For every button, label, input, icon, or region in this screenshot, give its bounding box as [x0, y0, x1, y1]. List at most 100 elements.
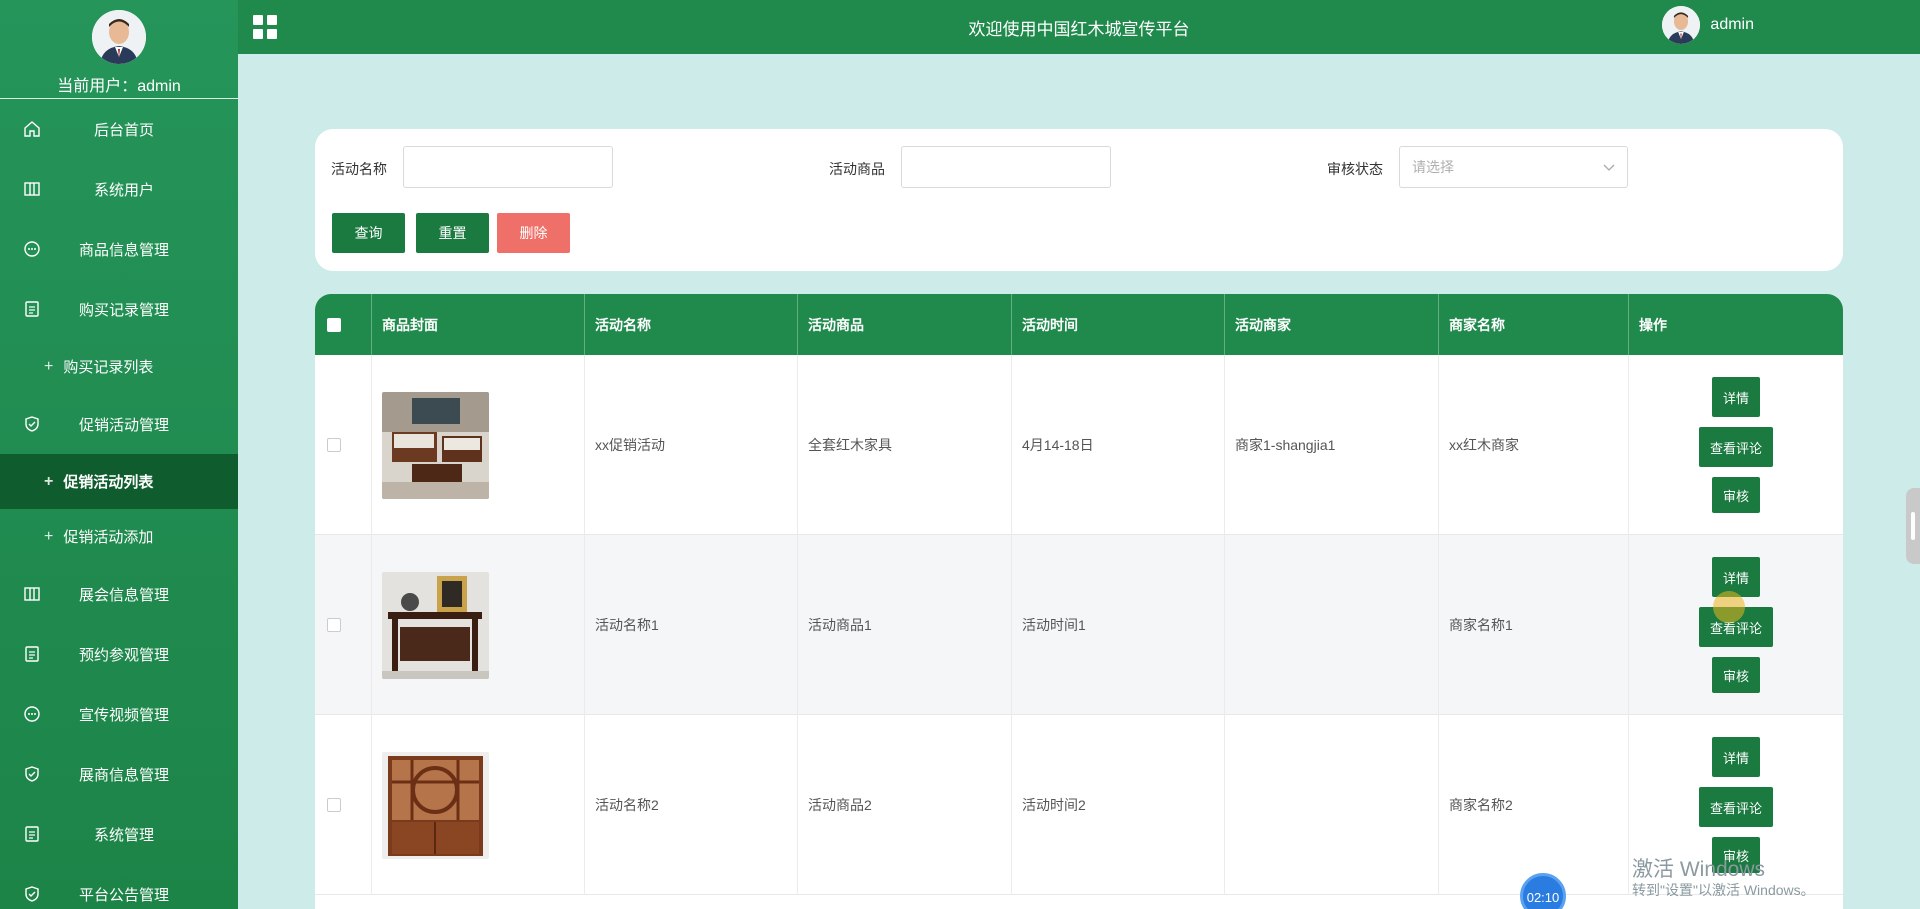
activity-merchant-cell [1225, 715, 1439, 895]
row-checkbox[interactable] [327, 438, 341, 452]
column-header: 商家名称 [1439, 294, 1629, 355]
activity-time-cell: 活动时间2 [1012, 715, 1225, 895]
review-button[interactable]: 审核 [1712, 657, 1760, 693]
delete-button[interactable]: 删除 [497, 213, 570, 253]
sidebar-subitem-promotion-add[interactable]: + 促销活动添加 [0, 509, 238, 564]
row-select-cell [315, 535, 372, 715]
sidebar-item-purchase-records[interactable]: 购买记录管理 [0, 279, 238, 339]
view-comments-button[interactable]: 查看评论 [1699, 427, 1773, 467]
status-label: 审核状态 [1327, 161, 1383, 177]
promotion-table: 商品封面 活动名称 活动商品 活动时间 活动商家 商家名称 操作 xx促销活动 … [315, 294, 1843, 909]
product-cover-image [382, 751, 489, 859]
actions-cell: 详情 查看评论 审核 [1629, 535, 1843, 715]
avatar [92, 10, 146, 64]
watermark-title: 激活 Windows [1632, 858, 1766, 881]
current-user-label: 当前用户：admin [57, 78, 181, 95]
table-row: 活动名称1 活动商品1 活动时间1 商家名称1 详情 查看评论 审核 [315, 535, 1843, 715]
row-checkbox[interactable] [327, 798, 341, 812]
sidebar-subitem-promotion-list[interactable]: + 促销活动列表 [0, 454, 238, 509]
reset-button[interactable]: 重置 [416, 213, 489, 253]
activity-goods-input[interactable] [901, 146, 1111, 188]
product-cover-image [382, 391, 489, 499]
product-cover-image [382, 571, 489, 679]
shield-icon [22, 764, 42, 784]
actions-cell: 详情 查看评论 审核 [1629, 355, 1843, 535]
column-header: 活动商品 [798, 294, 1012, 355]
activity-goods-cell: 全套红木家具 [798, 355, 1012, 535]
sidebar-item-promotions[interactable]: 促销活动管理 [0, 394, 238, 454]
table-row: xx促销活动 全套红木家具 4月14-18日 商家1-shangjia1 xx红… [315, 355, 1843, 535]
document-icon [22, 299, 42, 319]
sidebar-item-exhibitions[interactable]: 展会信息管理 [0, 564, 238, 624]
search-form: 活动名称 活动商品 审核状态 请选择 查询 重置 删除 [315, 129, 1843, 271]
document-icon [22, 824, 42, 844]
main-content: 活动名称 活动商品 审核状态 请选择 查询 重置 删除 商品封面 活动名称 活动… [238, 54, 1920, 909]
plus-icon: + [44, 472, 54, 490]
activity-time-cell: 4月14-18日 [1012, 355, 1225, 535]
sidebar-item-system-management[interactable]: 系统管理 [0, 804, 238, 864]
row-select-cell [315, 715, 372, 895]
chevron-down-icon [1603, 159, 1615, 175]
cover-cell [372, 535, 585, 715]
sidebar-item-system-users[interactable]: 系统用户 [0, 159, 238, 219]
header-username: admin [1710, 16, 1754, 33]
sidebar-item-goods[interactable]: 商品信息管理 [0, 219, 238, 279]
activity-name-cell: 活动名称1 [585, 535, 798, 715]
sidebar-user-box: 当前用户：admin [0, 0, 238, 99]
detail-button[interactable]: 详情 [1712, 557, 1760, 597]
select-all-cell [315, 294, 372, 355]
home-icon [22, 119, 42, 139]
sidebar-menu: 后台首页 系统用户 商品信息管理 购买记录管理 + 购买记录列表 促销活动管理 … [0, 99, 238, 909]
plus-icon: + [44, 527, 54, 545]
column-header: 活动名称 [585, 294, 798, 355]
avatar [1662, 6, 1701, 44]
column-header: 活动时间 [1012, 294, 1225, 355]
plus-icon: + [44, 357, 54, 375]
cover-cell [372, 355, 585, 535]
row-checkbox[interactable] [327, 618, 341, 632]
merchant-name-cell: 商家名称1 [1439, 535, 1629, 715]
scrollbar-handle[interactable] [1906, 488, 1920, 564]
column-header: 操作 [1639, 316, 1667, 333]
mouse-cursor-highlight [1713, 591, 1745, 623]
sidebar-item-exhibitors[interactable]: 展商信息管理 [0, 744, 238, 804]
shield-icon [22, 414, 42, 434]
activity-goods-label: 活动商品 [829, 161, 885, 177]
activity-name-cell: xx促销活动 [585, 355, 798, 535]
watermark-subtitle: 转到"设置"以激活 Windows。 [1632, 882, 1815, 899]
detail-button[interactable]: 详情 [1712, 377, 1760, 417]
sidebar-item-label: 购买记录列表 [63, 359, 154, 376]
merchant-name-cell: 商家名称2 [1439, 715, 1629, 895]
merchant-name-cell: xx红木商家 [1439, 355, 1629, 535]
windows-activation-watermark: 激活 Windows 转到"设置"以激活 Windows。 [1632, 858, 1815, 898]
select-all-checkbox[interactable] [327, 317, 341, 332]
sidebar: 当前用户：admin 后台首页 系统用户 商品信息管理 购买记录管理 + 购买记… [0, 0, 238, 909]
table-header: 商品封面 活动名称 活动商品 活动时间 活动商家 商家名称 操作 [315, 294, 1843, 355]
review-button[interactable]: 审核 [1712, 477, 1760, 513]
activity-goods-cell: 活动商品1 [798, 535, 1012, 715]
view-comments-button[interactable]: 查看评论 [1699, 787, 1773, 827]
status-select[interactable]: 请选择 [1399, 146, 1628, 188]
document-icon [22, 644, 42, 664]
shield-icon [22, 884, 42, 904]
column-header: 活动商家 [1225, 294, 1439, 355]
table-row: 活动名称2 活动商品2 活动时间2 商家名称2 详情 查看评论 审核 [315, 715, 1843, 895]
chat-icon [22, 239, 42, 259]
header-user-menu[interactable]: admin [1662, 6, 1754, 44]
row-select-cell [315, 355, 372, 535]
sidebar-item-visit-booking[interactable]: 预约参观管理 [0, 624, 238, 684]
activity-name-input[interactable] [403, 146, 613, 188]
cover-cell [372, 715, 585, 895]
sidebar-item-promo-videos[interactable]: 宣传视频管理 [0, 684, 238, 744]
chat-icon [22, 704, 42, 724]
sidebar-item-dashboard[interactable]: 后台首页 [0, 99, 238, 159]
detail-button[interactable]: 详情 [1712, 737, 1760, 777]
sidebar-subitem-purchase-list[interactable]: + 购买记录列表 [0, 339, 238, 394]
sidebar-item-label: 促销活动列表 [63, 474, 154, 491]
activity-name-cell: 活动名称2 [585, 715, 798, 895]
activity-goods-cell: 活动商品2 [798, 715, 1012, 895]
sidebar-item-announcements[interactable]: 平台公告管理 [0, 864, 238, 909]
query-button[interactable]: 查询 [332, 213, 405, 253]
columns-icon [22, 584, 42, 604]
top-header: 欢迎使用中国红木城宣传平台 admin [238, 0, 1920, 54]
